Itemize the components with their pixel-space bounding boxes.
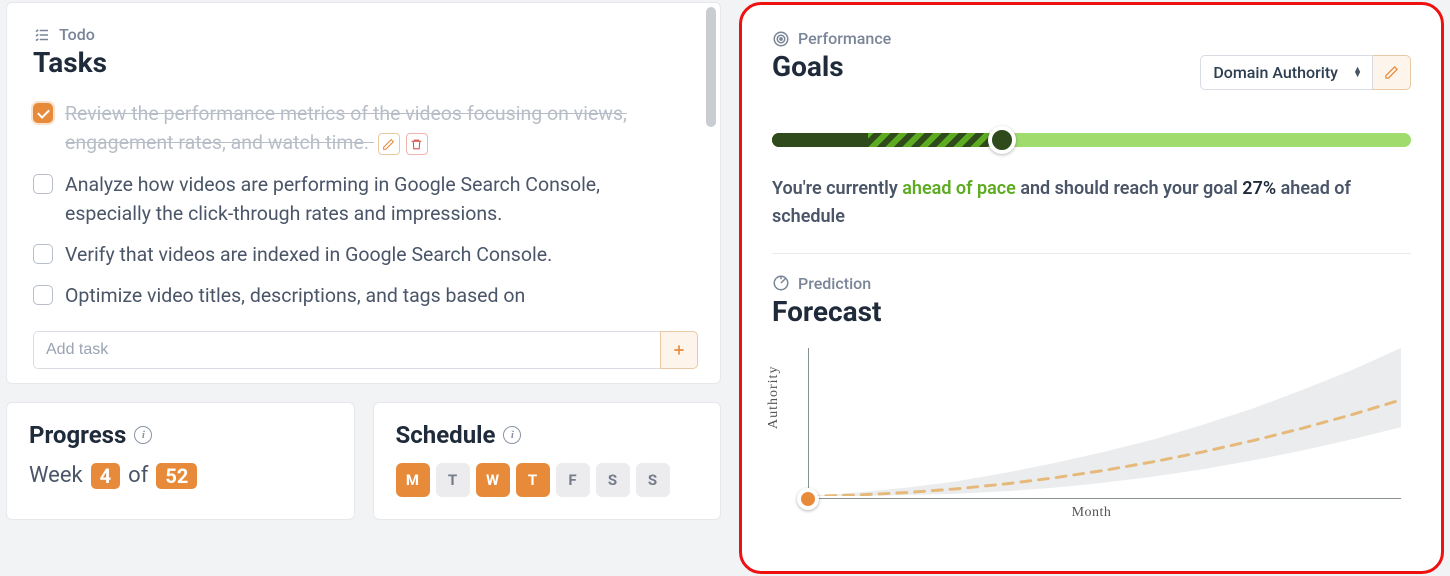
- task-text: Optimize video titles, descriptions, and…: [65, 281, 694, 310]
- forecast-plot: [808, 348, 1401, 496]
- progress-title: Progress i: [29, 421, 332, 449]
- delete-task-button[interactable]: [406, 133, 428, 155]
- schedule-day[interactable]: S: [596, 463, 630, 497]
- plus-icon: [671, 342, 687, 358]
- task-checkbox[interactable]: [33, 103, 53, 123]
- week-total-badge: 52: [156, 463, 197, 489]
- week-current-badge: 4: [91, 463, 120, 489]
- pace-pct: 27%: [1242, 178, 1276, 199]
- add-task-button[interactable]: [660, 331, 698, 369]
- schedule-card: Schedule i MTWTFSS: [373, 402, 722, 520]
- schedule-days: MTWTFSS: [396, 463, 699, 497]
- tasks-title: Tasks: [33, 46, 698, 79]
- task-list: Review the performance metrics of the vi…: [33, 93, 698, 317]
- goal-icon: [772, 274, 790, 292]
- tasks-eyebrow-text: Todo: [59, 25, 95, 44]
- forecast-current-point: [797, 488, 819, 510]
- goals-eyebrow: Performance: [772, 29, 891, 48]
- metric-select-wrap: Domain Authority ▲▼: [1200, 55, 1411, 90]
- schedule-title: Schedule i: [396, 421, 699, 449]
- pace-text: You're currently ahead of pace and shoul…: [772, 175, 1411, 254]
- goals-eyebrow-text: Performance: [798, 29, 891, 48]
- forecast-ylabel: Authority: [766, 366, 782, 429]
- pace-mid: and should reach your goal: [1016, 178, 1242, 199]
- trash-icon: [410, 138, 423, 151]
- add-task-row: [33, 331, 698, 369]
- edit-task-button[interactable]: [378, 133, 400, 155]
- task-checkbox[interactable]: [33, 285, 53, 305]
- progress-week-line: Week 4 of 52: [29, 463, 332, 489]
- goal-progress-completed: [772, 133, 868, 147]
- scrollbar[interactable]: [706, 7, 716, 127]
- select-arrows-icon: ▲▼: [1353, 68, 1362, 78]
- goals-card: Performance Goals Domain Authority ▲▼ Yo…: [739, 2, 1444, 574]
- info-icon[interactable]: i: [503, 426, 521, 444]
- add-task-input[interactable]: [33, 331, 660, 369]
- forecast-title: Forecast: [772, 295, 1411, 328]
- schedule-day[interactable]: M: [396, 463, 430, 497]
- task-text: Review the performance metrics of the vi…: [65, 99, 694, 158]
- schedule-day[interactable]: W: [476, 463, 510, 497]
- task-text: Analyze how videos are performing in Goo…: [65, 170, 694, 229]
- forecast-eyebrow: Prediction: [772, 274, 1411, 293]
- schedule-day[interactable]: T: [516, 463, 550, 497]
- pace-prefix: You're currently: [772, 178, 902, 199]
- progress-title-text: Progress: [29, 421, 126, 449]
- forecast-confidence-band: [808, 348, 1401, 496]
- tasks-eyebrow: Todo: [33, 25, 698, 44]
- target-icon: [772, 30, 790, 48]
- tasks-card: Todo Tasks Review the performance metric…: [6, 2, 721, 384]
- metric-select-value: Domain Authority: [1213, 63, 1338, 82]
- week-of: of: [128, 463, 148, 488]
- forecast-chart: Authority Month: [776, 342, 1407, 517]
- pencil-icon: [382, 138, 395, 151]
- edit-goal-button[interactable]: [1373, 55, 1411, 90]
- task-item: Verify that videos are indexed in Google…: [33, 234, 698, 275]
- task-item: Analyze how videos are performing in Goo…: [33, 164, 698, 235]
- task-checkbox[interactable]: [33, 244, 53, 264]
- task-text: Verify that videos are indexed in Google…: [65, 240, 694, 269]
- schedule-title-text: Schedule: [396, 421, 496, 449]
- forecast-xlabel: Month: [1072, 505, 1112, 521]
- pencil-icon: [1384, 65, 1399, 80]
- week-label: Week: [29, 463, 83, 488]
- pace-status: ahead of pace: [902, 178, 1016, 199]
- task-item: Optimize video titles, descriptions, and…: [33, 275, 698, 316]
- info-icon[interactable]: i: [134, 426, 152, 444]
- metric-select[interactable]: Domain Authority ▲▼: [1200, 55, 1373, 90]
- progress-card: Progress i Week 4 of 52: [6, 402, 355, 520]
- checklist-icon: [33, 26, 51, 44]
- axis-x: [808, 498, 1401, 499]
- goals-title: Goals: [772, 50, 891, 83]
- goal-progress-handle[interactable]: [988, 126, 1016, 154]
- schedule-day[interactable]: T: [436, 463, 470, 497]
- goal-progress-track: [772, 133, 1411, 147]
- forecast-eyebrow-text: Prediction: [798, 274, 871, 293]
- task-item: Review the performance metrics of the vi…: [33, 93, 698, 164]
- schedule-day[interactable]: S: [636, 463, 670, 497]
- task-checkbox[interactable]: [33, 174, 53, 194]
- schedule-day[interactable]: F: [556, 463, 590, 497]
